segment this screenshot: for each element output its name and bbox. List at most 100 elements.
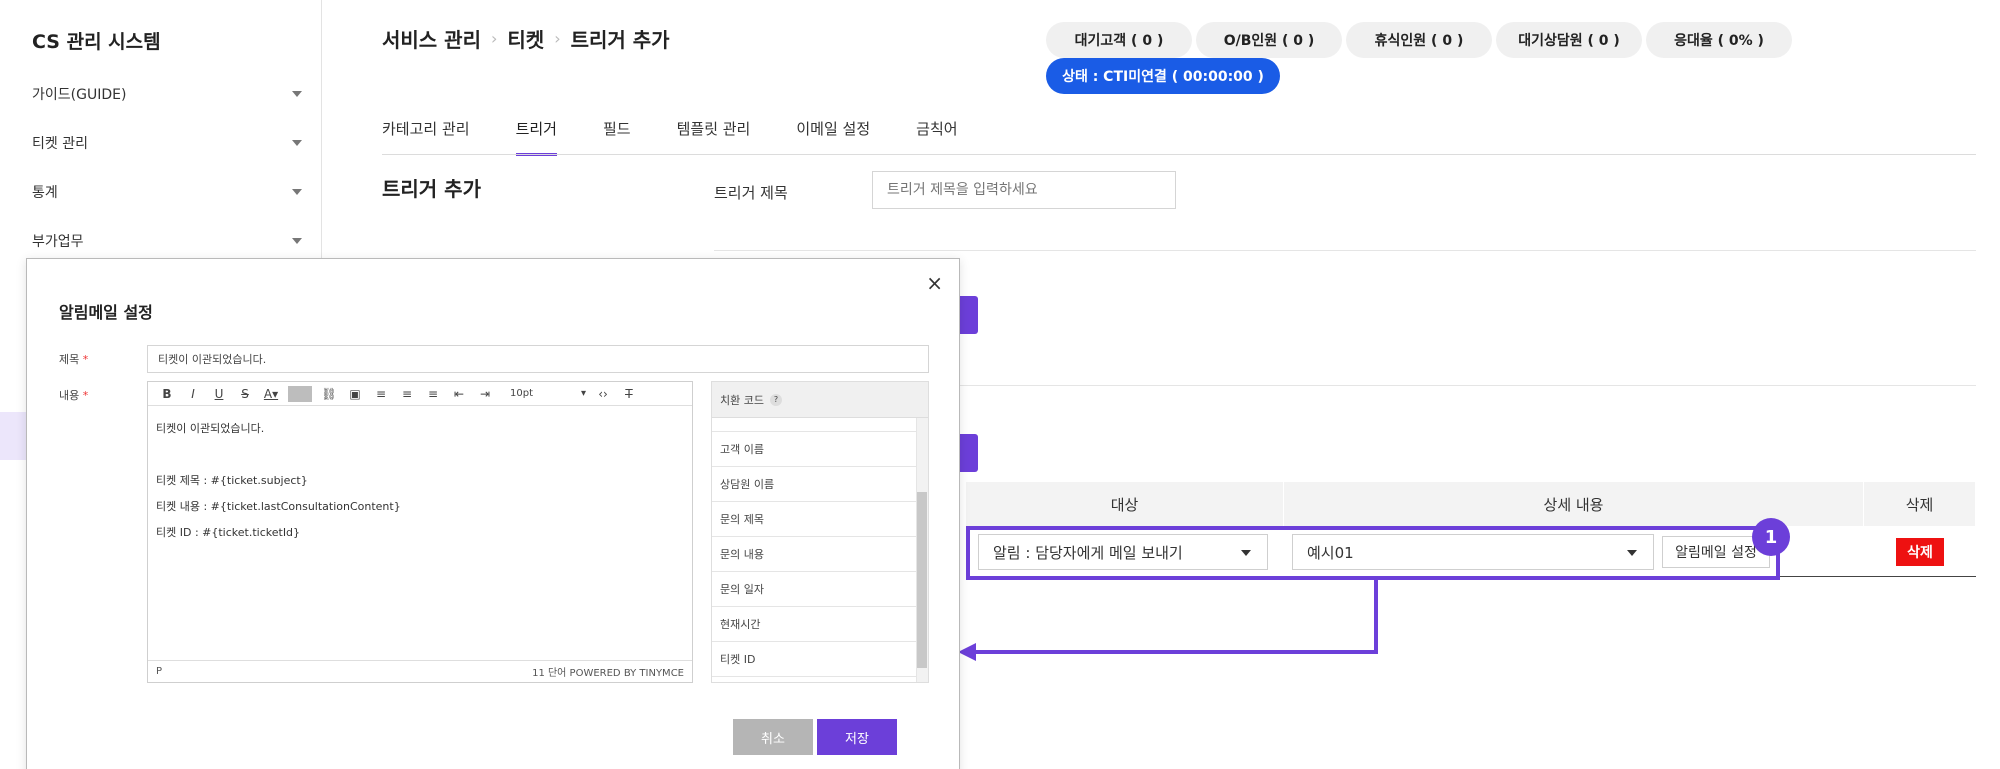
annotation-arrow-line [972, 580, 1378, 654]
status-badge-agents: 대기상담원 ( 0 ) [1496, 22, 1642, 58]
sidebar-item-label: 통계 [32, 185, 58, 201]
rich-text-editor[interactable]: B I U S A▾ ⛓ ▣ ≡ ≡ ≡ ⇤ ⇥ 10pt ▾ ‹› T̶ 티켓… [147, 381, 693, 683]
editor-body[interactable]: 티켓이 이관되었습니다. 티켓 제목 : #{ticket.subject} 티… [148, 406, 692, 556]
tab-bar: 카테고리 관리 트리거 필드 템플릿 관리 이메일 설정 금칙어 [382, 118, 1004, 156]
bold-icon[interactable]: B [154, 387, 180, 401]
highlight-color-icon[interactable] [288, 385, 312, 402]
tab-template[interactable]: 템플릿 관리 [677, 118, 751, 156]
substitution-item[interactable]: 문의 제목 [712, 502, 916, 537]
tab-email-settings[interactable]: 이메일 설정 [796, 118, 870, 156]
sidebar-item-guide[interactable]: 가이드(GUIDE) [32, 84, 302, 108]
sidebar-item-label: 가이드(GUIDE) [32, 87, 127, 103]
action-detail-select[interactable]: 예시01 [1292, 534, 1654, 570]
save-button[interactable]: 저장 [817, 719, 897, 755]
image-icon[interactable]: ▣ [342, 387, 368, 401]
chevron-down-icon [292, 189, 302, 195]
action-target-value: 알림 : 담당자에게 메일 보내기 [993, 543, 1183, 562]
tab-divider [382, 154, 1976, 155]
italic-icon[interactable]: I [180, 387, 206, 401]
clear-format-icon[interactable]: T̶ [616, 387, 642, 401]
app-title: CS 관리 시스템 [32, 31, 161, 53]
substitution-item[interactable]: 문의 내용 [712, 537, 916, 572]
editor-line: 티켓 제목 : #{ticket.subject} [156, 474, 308, 487]
status-badge-waiting: 대기고객 ( 0 ) [1046, 22, 1192, 58]
tab-banned-words[interactable]: 금칙어 [916, 118, 957, 156]
chevron-down-icon [292, 140, 302, 146]
subject-label: 제목 * [59, 351, 88, 367]
action-target-select[interactable]: 알림 : 담당자에게 메일 보내기 [978, 534, 1268, 570]
trigger-title-input[interactable] [872, 171, 1176, 209]
link-icon[interactable]: ⛓ [316, 387, 342, 401]
substitution-panel-title: 치환 코드 [720, 393, 764, 407]
underline-icon[interactable]: U [206, 387, 232, 401]
substitution-item[interactable]: 티켓 ID [712, 642, 916, 677]
caret-down-icon [1627, 550, 1637, 556]
sidebar-item-stats[interactable]: 통계 [32, 182, 302, 206]
modal-title: 알림메일 설정 [59, 303, 153, 322]
help-icon[interactable]: ? [769, 393, 782, 406]
content-label-text: 내용 [59, 389, 80, 402]
breadcrumb-item[interactable]: 서비스 관리 [382, 24, 481, 53]
divider [714, 250, 1976, 251]
editor-statusbar: P 11 단어 POWERED BY TINYMCE [148, 660, 692, 682]
step-badge: 1 [1752, 518, 1790, 556]
editor-line: 티켓이 이관되었습니다. [156, 422, 265, 435]
content-label: 내용 * [59, 387, 88, 403]
status-badge-rate: 응대율 ( 0% ) [1646, 22, 1792, 58]
cti-status-badge[interactable]: 상태 : CTI미연결 ( 00:00:00 ) [1046, 58, 1280, 94]
column-header-target: 대상 [966, 482, 1284, 526]
sidebar-item-ticket[interactable]: 티켓 관리 [32, 133, 302, 157]
align-center-icon[interactable]: ≡ [394, 387, 420, 401]
substitution-item[interactable]: 현재시간 [712, 607, 916, 642]
substitution-item[interactable]: 고객 이름 [712, 432, 916, 467]
sidebar-item-label: 부가업무 [32, 234, 84, 250]
close-icon[interactable]: × [926, 271, 943, 295]
column-header-delete: 삭제 [1864, 482, 1976, 526]
substitution-panel-header: 치환 코드 ? [712, 382, 928, 418]
subject-value: 티켓이 이관되었습니다. [158, 353, 267, 366]
row-divider [966, 576, 1976, 577]
align-left-icon[interactable]: ≡ [368, 387, 394, 401]
subject-input[interactable]: 티켓이 이관되었습니다. [147, 345, 929, 373]
scrollbar-thumb[interactable] [917, 492, 927, 668]
substitution-item[interactable]: 문의 일자 [712, 572, 916, 607]
required-mark: * [82, 353, 89, 366]
outdent-icon[interactable]: ⇤ [446, 387, 472, 401]
caret-down-icon: ▾ [580, 388, 586, 399]
indent-icon[interactable]: ⇥ [472, 387, 498, 401]
sidebar-item-extra[interactable]: 부가업무 [32, 231, 302, 255]
chevron-down-icon [292, 238, 302, 244]
arrow-head-icon [958, 643, 976, 661]
font-size-select[interactable]: 10pt ▾ [506, 385, 590, 403]
sidebar-active-indicator [0, 412, 26, 460]
required-mark: * [82, 389, 89, 402]
mail-setting-modal: × 알림메일 설정 제목 * 티켓이 이관되었습니다. 내용 * B I U S… [26, 258, 960, 769]
tab-trigger[interactable]: 트리거 [515, 118, 558, 156]
trigger-title-label: 트리거 제목 [714, 184, 788, 202]
word-count: 11 단어 POWERED BY TINYMCE [532, 668, 684, 679]
text-color-icon[interactable]: A▾ [258, 387, 284, 401]
delete-button[interactable]: 삭제 [1896, 538, 1944, 566]
tab-field[interactable]: 필드 [603, 118, 631, 156]
chevron-down-icon [292, 91, 302, 97]
action-detail-value: 예시01 [1307, 543, 1354, 562]
chevron-right-icon: › [490, 29, 498, 48]
caret-down-icon [1241, 550, 1251, 556]
status-badge-ob: O/B인원 ( 0 ) [1196, 22, 1342, 58]
breadcrumb-item: 트리거 추가 [570, 28, 670, 52]
strikethrough-icon[interactable]: S [232, 387, 258, 401]
substitution-item[interactable]: 상담원 이름 [712, 467, 916, 502]
editor-line: 티켓 ID : #{ticket.ticketId} [156, 526, 301, 539]
breadcrumb-item[interactable]: 티켓 [507, 24, 544, 53]
tab-category[interactable]: 카테고리 관리 [382, 118, 470, 156]
list-item-partial [712, 418, 916, 432]
status-badge-rest: 휴식인원 ( 0 ) [1346, 22, 1492, 58]
subject-label-text: 제목 [59, 353, 80, 366]
editor-toolbar: B I U S A▾ ⛓ ▣ ≡ ≡ ≡ ⇤ ⇥ 10pt ▾ ‹› T̶ [148, 382, 692, 406]
editor-line: 티켓 내용 : #{ticket.lastConsultationContent… [156, 500, 401, 513]
chevron-right-icon: › [554, 29, 561, 48]
code-icon[interactable]: ‹› [590, 387, 616, 401]
align-right-icon[interactable]: ≡ [420, 387, 446, 401]
cancel-button[interactable]: 취소 [733, 719, 813, 755]
